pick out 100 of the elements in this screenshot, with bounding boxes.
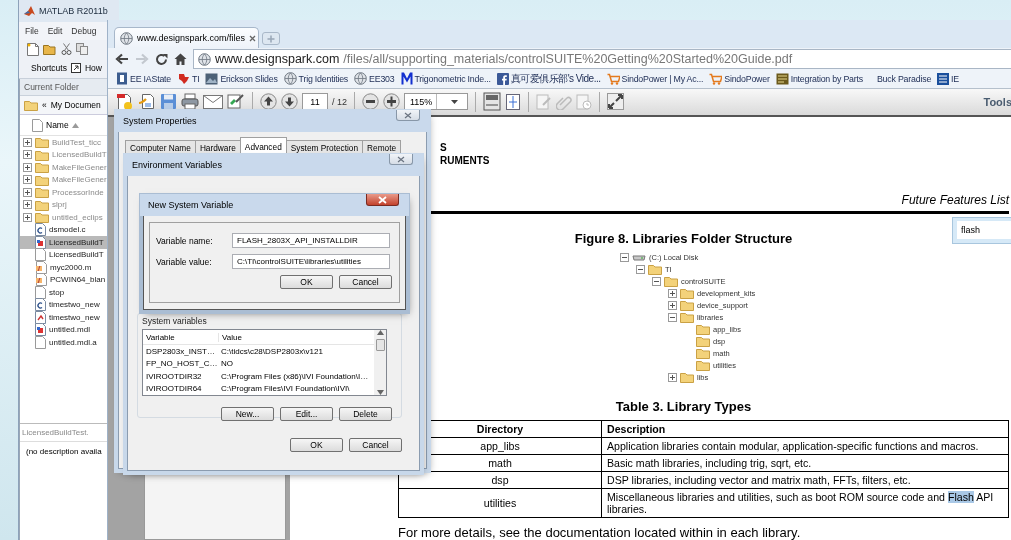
bookmark[interactable]: 真可爱俱乐部's Vide... bbox=[496, 71, 601, 86]
close-button[interactable] bbox=[366, 194, 399, 206]
close-icon[interactable] bbox=[249, 34, 257, 42]
scrollbar-thumb[interactable] bbox=[375, 339, 385, 351]
column-file-icon bbox=[32, 118, 43, 132]
bookmark[interactable]: Integration by Parts bbox=[775, 72, 863, 85]
bookmark[interactable]: SindoPower | My Ac... bbox=[606, 72, 704, 85]
bookmark[interactable]: EE303 bbox=[354, 72, 395, 86]
bookmark[interactable]: TI bbox=[177, 72, 200, 85]
variables-list[interactable]: Variable Value DSP2803x_INST… C:\tidcs\c28\DSP2803x\v121 FP_NO_HOST_C… NO IVIROOTDIR32 C:\Program Files (x86)\IVI Foundation\I… IVIROOTDIR64 C:\Program Files\IVI Foundation\IVI\ bbox=[142, 329, 387, 396]
scroll-down-icon[interactable] bbox=[376, 390, 384, 395]
open-folder-icon[interactable] bbox=[43, 43, 57, 55]
function-file-icon bbox=[35, 273, 47, 287]
dialog-button[interactable]: Cancel bbox=[349, 438, 402, 452]
caret-icon[interactable] bbox=[450, 99, 458, 104]
bookmark[interactable]: SindoPower bbox=[709, 72, 770, 85]
expand-icon[interactable] bbox=[23, 187, 32, 197]
dialog-button[interactable]: Cancel bbox=[339, 275, 392, 289]
list-cell[interactable]: DSP2803x_INST… bbox=[143, 346, 218, 356]
next-page-icon[interactable] bbox=[281, 93, 298, 111]
expand-icon[interactable] bbox=[23, 200, 32, 210]
column-header[interactable]: Value bbox=[219, 332, 242, 342]
address-bar[interactable]: www.designspark.com /files/all/supporting_materials/controlSUITE%20Getting%20Started%20Guide.pdf bbox=[193, 49, 1011, 69]
scrollbar[interactable] bbox=[374, 330, 386, 395]
menu-item[interactable]: Edit bbox=[47, 26, 63, 36]
list-cell[interactable]: C:\Program Files (x86)\IVI Foundation\I… bbox=[218, 371, 369, 381]
tools-button[interactable]: Tools bbox=[983, 95, 1011, 108]
scroll-up-icon[interactable] bbox=[376, 330, 384, 335]
bookmark[interactable]: Trig Identities bbox=[283, 72, 349, 86]
zoom-in-icon[interactable] bbox=[383, 93, 400, 111]
dialog-button[interactable]: OK bbox=[280, 275, 333, 289]
bookmark[interactable]: Buck Paradise bbox=[876, 73, 932, 84]
expand-icon[interactable] bbox=[23, 175, 32, 185]
list-cell[interactable]: IVIROOTDIR64 bbox=[143, 384, 218, 394]
expand-icon[interactable] bbox=[607, 93, 624, 111]
path-field[interactable]: My Documen bbox=[50, 100, 101, 110]
column-header: Description bbox=[601, 420, 1009, 438]
c-file-icon bbox=[35, 298, 46, 312]
expand-icon[interactable] bbox=[23, 162, 32, 172]
expand-icon[interactable] bbox=[23, 137, 32, 147]
reload-icon[interactable] bbox=[155, 52, 168, 66]
body-text: For more details, see the documentation located within in each library. bbox=[398, 525, 802, 540]
previous-page-icon[interactable] bbox=[260, 93, 277, 111]
zoom-field[interactable]: 115% bbox=[404, 93, 468, 111]
combine-files-icon[interactable] bbox=[138, 92, 156, 111]
bookmark[interactable]: IE bbox=[937, 72, 959, 85]
expand-icon[interactable] bbox=[23, 212, 32, 222]
shortcuts-label[interactable]: Shortcuts bbox=[31, 63, 67, 73]
globe-icon bbox=[198, 52, 211, 66]
dialog-button[interactable]: OK bbox=[290, 438, 343, 452]
list-cell[interactable]: IVIROOTDIR32 bbox=[143, 371, 218, 381]
file-icon bbox=[35, 335, 46, 349]
file-icon bbox=[35, 248, 46, 262]
table-title: Table 3. Library Types bbox=[614, 399, 753, 414]
path-back-button[interactable]: « bbox=[42, 100, 47, 110]
email-icon[interactable] bbox=[203, 94, 223, 109]
copy-icon[interactable] bbox=[76, 43, 88, 55]
column-header[interactable]: Variable bbox=[143, 332, 219, 342]
list-cell[interactable]: FP_NO_HOST_C… bbox=[143, 359, 218, 369]
close-button[interactable] bbox=[389, 154, 413, 165]
browser-tab[interactable]: www.designspark.com/files bbox=[114, 27, 259, 49]
list-cell[interactable]: NO bbox=[218, 359, 233, 369]
column-header[interactable]: Name bbox=[46, 120, 69, 130]
search-field[interactable]: flash bbox=[957, 221, 1011, 239]
bookmark[interactable]: EE IAState bbox=[116, 72, 172, 86]
folder-icon bbox=[35, 198, 49, 211]
list-cell[interactable]: C:\Program Files\IVI Foundation\IVI\ bbox=[218, 384, 350, 394]
print-icon[interactable] bbox=[181, 93, 199, 111]
dialog-button[interactable]: Delete bbox=[339, 407, 392, 421]
shortcut-link[interactable]: How bbox=[84, 63, 102, 73]
close-button[interactable] bbox=[396, 110, 420, 121]
save-icon[interactable] bbox=[160, 93, 177, 111]
field-label: Variable name: bbox=[156, 235, 214, 246]
sort-ascending-icon[interactable] bbox=[71, 122, 79, 128]
zoom-out-icon[interactable] bbox=[362, 93, 379, 111]
expand-icon[interactable] bbox=[23, 150, 32, 160]
bookmark[interactable]: Trigonometric Inde... bbox=[400, 72, 491, 86]
shortcut-icon[interactable] bbox=[70, 63, 81, 73]
text-field[interactable]: C:\TI\controlSUITE\libraries\utilities bbox=[232, 254, 390, 269]
home-icon[interactable] bbox=[174, 53, 187, 65]
dialog-button[interactable]: New... bbox=[221, 407, 274, 421]
new-file-icon[interactable] bbox=[27, 42, 39, 56]
state-logo-icon bbox=[177, 72, 191, 85]
back-icon[interactable] bbox=[115, 53, 129, 65]
fit-page-icon[interactable] bbox=[483, 92, 501, 112]
dialog-button[interactable]: Edit... bbox=[280, 407, 333, 421]
menu-item[interactable]: Debug bbox=[71, 26, 97, 36]
close-icon bbox=[397, 155, 405, 163]
cart-icon bbox=[709, 72, 723, 85]
fit-width-icon[interactable] bbox=[505, 92, 521, 111]
text-field[interactable]: FLASH_2803X_API_INSTALLDIR bbox=[232, 233, 390, 248]
menu-item[interactable]: File bbox=[25, 26, 39, 36]
folder-icon bbox=[680, 311, 694, 323]
folder-icon bbox=[696, 359, 710, 371]
cut-icon[interactable] bbox=[61, 43, 72, 55]
list-cell[interactable]: C:\tidcs\c28\DSP2803x\v121 bbox=[218, 346, 323, 356]
bookmark[interactable]: Erickson Slides bbox=[205, 72, 278, 85]
create-document-icon[interactable] bbox=[116, 92, 134, 111]
sign-icon[interactable] bbox=[227, 93, 245, 111]
thumbnail-icon bbox=[205, 72, 219, 85]
